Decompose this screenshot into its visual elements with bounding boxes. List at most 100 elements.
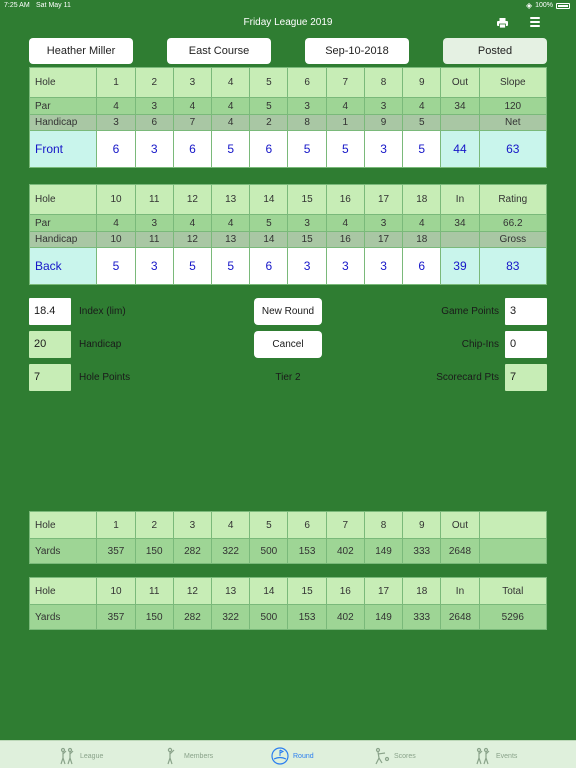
yards-cell: 149 [363,538,404,564]
chip-ins-field[interactable]: 0 [505,331,547,358]
hole-cell: 17 [363,184,404,215]
par-cell: 5 [249,97,289,115]
row-label: Yards [28,538,98,564]
tab-label: Events [496,752,518,760]
row-label: Hole [28,184,98,215]
score-cell[interactable]: 5 [172,247,213,285]
score-cell[interactable]: 6 [96,130,136,168]
hole-cell: 3 [172,511,213,539]
status-time: 7:25 AM [4,2,30,9]
yards-cell: 153 [287,538,327,564]
hole-cell: 9 [402,511,442,539]
par-cell: 4 [211,214,251,232]
yards-cell: 322 [211,604,251,630]
hole-cell: 16 [325,184,365,215]
hole-cell: 5 [249,67,289,98]
handicap-row: Handicap 10 11 12 13 14 15 16 17 18 Gros… [28,231,548,248]
score-cell[interactable]: 5 [211,130,251,168]
scorecard-pts-field[interactable]: 7 [505,364,547,391]
score-cell[interactable]: 3 [134,130,174,168]
status-right: ◈ 100% [526,0,570,12]
slope-value: 120 [478,97,548,115]
yards-cell: 149 [363,604,404,630]
hole-cell: 6 [287,511,327,539]
yards-cell: 153 [287,604,327,630]
hole-cell: 12 [172,184,213,215]
yards-total: 2648 [440,538,480,564]
yards-row: Yards 357 150 282 322 500 153 402 149 33… [28,538,548,564]
hole-cell: 17 [363,577,404,605]
tab-league[interactable]: League [58,745,103,767]
hole-cell: 10 [96,184,136,215]
score-cell[interactable]: 5 [402,130,442,168]
tab-bar: League Members Round Scores Events [0,740,576,768]
tab-label: Round [293,752,314,760]
player-button[interactable]: Heather Miller [29,38,133,64]
nav-bar: Friday League 2019 [0,12,576,34]
hole-cell: 5 [249,511,289,539]
par-cell: 4 [172,214,213,232]
par-cell: 4 [402,97,442,115]
handicap-cell: 12 [172,231,213,248]
yards-total: 2648 [440,604,480,630]
par-cell: 4 [211,97,251,115]
index-field[interactable]: 18.4 [29,298,71,325]
score-cell[interactable]: 3 [287,247,327,285]
score-cell[interactable]: 6 [402,247,442,285]
cancel-button[interactable]: Cancel [254,331,322,358]
extra-header: Rating [478,184,548,215]
printer-icon[interactable] [497,18,508,28]
wifi-icon: ◈ [525,1,533,10]
hole-points-field[interactable]: 7 [29,364,71,391]
menu-icon[interactable] [530,17,540,27]
hole-cell: 14 [249,184,289,215]
tab-scores[interactable]: Scores [372,745,416,767]
total-header: In [440,577,480,605]
yards-row: Yards 357 150 282 322 500 153 402 149 33… [28,604,548,630]
score-cell[interactable]: 6 [249,130,289,168]
posted-button[interactable]: Posted [443,38,547,64]
score-cell[interactable]: 3 [325,247,365,285]
score-cell[interactable]: 6 [172,130,213,168]
tier-label: Tier 2 [275,372,301,383]
handicap-cell: 17 [363,231,404,248]
date-button[interactable]: Sep-10-2018 [305,38,409,64]
handicap-row: Handicap 3 6 7 4 2 8 1 9 5 Net [28,114,548,131]
tab-members[interactable]: Members [162,745,213,767]
course-button[interactable]: East Course [167,38,271,64]
hole-cell: 12 [172,577,213,605]
handicap-cell: 5 [402,114,442,131]
tab-label: Scores [394,752,416,760]
new-round-button[interactable]: New Round [254,298,322,325]
chip-ins-label: Chip-Ins [461,339,499,350]
score-cell[interactable]: 5 [325,130,365,168]
par-cell: 4 [96,214,136,232]
row-label: Yards [28,604,98,630]
handicap-field[interactable]: 20 [29,331,71,358]
score-cell[interactable]: 5 [287,130,327,168]
score-cell[interactable]: 3 [363,130,404,168]
par-cell: 4 [96,97,136,115]
game-points-field[interactable]: 3 [505,298,547,325]
tab-round[interactable]: Round [271,745,314,767]
battery-icon [556,3,570,9]
row-label: Hole [28,67,98,98]
par-total: 34 [440,97,480,115]
par-total: 34 [440,214,480,232]
handicap-cell: 3 [96,114,136,131]
score-cell[interactable]: 3 [134,247,174,285]
hole-cell: 14 [249,577,289,605]
row-label: Handicap [28,114,98,131]
status-bar: 7:25 AM Sat May 11 ◈ 100% [0,0,576,12]
battery-percent: 100% [535,2,553,9]
extra-header: Slope [478,67,548,98]
score-cell[interactable]: 6 [249,247,289,285]
score-cell[interactable]: 5 [211,247,251,285]
hole-cell: 18 [402,184,442,215]
par-cell: 3 [134,214,174,232]
hole-cell: 13 [211,184,251,215]
tab-events[interactable]: Events [474,745,517,767]
yards-cell: 150 [134,604,174,630]
score-cell[interactable]: 5 [96,247,136,285]
score-cell[interactable]: 3 [363,247,404,285]
